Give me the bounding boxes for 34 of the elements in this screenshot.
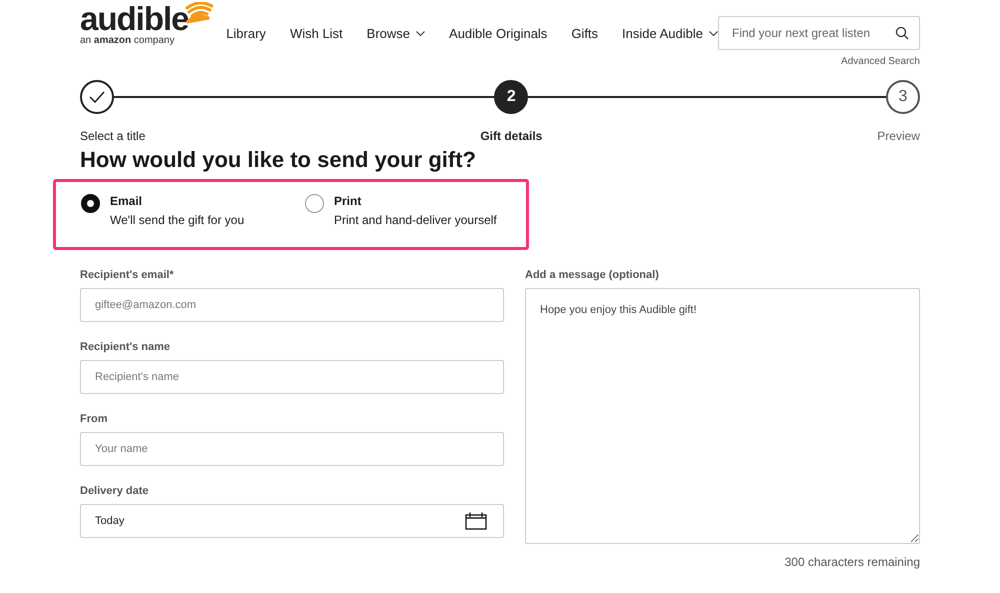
advanced-search-link[interactable]: Advanced Search bbox=[841, 54, 920, 69]
search-field[interactable]: Find your next great listen bbox=[718, 16, 920, 50]
step-label: Preview bbox=[877, 128, 920, 145]
nav-link[interactable]: Library bbox=[226, 24, 266, 44]
step-label: Select a title bbox=[80, 128, 146, 145]
option-description: We'll send the gift for you bbox=[110, 213, 244, 228]
option-title: Print bbox=[334, 194, 362, 209]
radio-button[interactable] bbox=[305, 194, 324, 213]
text-field[interactable]: Your name bbox=[80, 432, 504, 466]
nav-link[interactable]: Audible Originals bbox=[449, 24, 548, 44]
date-field[interactable]: Today bbox=[80, 504, 504, 538]
section-heading: How would you like to send your gift? bbox=[80, 146, 477, 174]
field-label: Recipient's name bbox=[80, 340, 172, 354]
nav-link[interactable]: Inside Audible bbox=[622, 24, 718, 44]
text-field[interactable]: giftee@amazon.com bbox=[80, 288, 504, 322]
calendar-icon[interactable] bbox=[465, 512, 487, 530]
option-description: Print and hand-deliver yourself bbox=[334, 213, 497, 228]
field-label: Recipient's email* bbox=[80, 268, 175, 282]
field-label: Delivery date bbox=[80, 484, 150, 498]
logo-wordmark[interactable]: audible bbox=[80, 4, 189, 34]
nav-link[interactable]: Gifts bbox=[571, 24, 598, 44]
nav-link[interactable]: Browse bbox=[366, 24, 426, 44]
field-label: From bbox=[80, 412, 108, 426]
step-label: Gift details bbox=[480, 128, 542, 145]
option-title: Email bbox=[110, 194, 144, 209]
field-label: Add a message (optional) bbox=[525, 268, 660, 282]
nav-link[interactable]: Wish List bbox=[290, 24, 343, 44]
character-counter: 300 characters remaining bbox=[784, 554, 920, 571]
logo-tagline: an amazon company bbox=[80, 35, 176, 47]
radio-button[interactable] bbox=[81, 194, 100, 213]
message-field[interactable]: Hope you enjoy this Audible gift! bbox=[525, 288, 920, 544]
check-icon bbox=[89, 91, 105, 103]
search-icon[interactable] bbox=[895, 26, 909, 40]
text-field[interactable]: Recipient's name bbox=[80, 360, 504, 394]
